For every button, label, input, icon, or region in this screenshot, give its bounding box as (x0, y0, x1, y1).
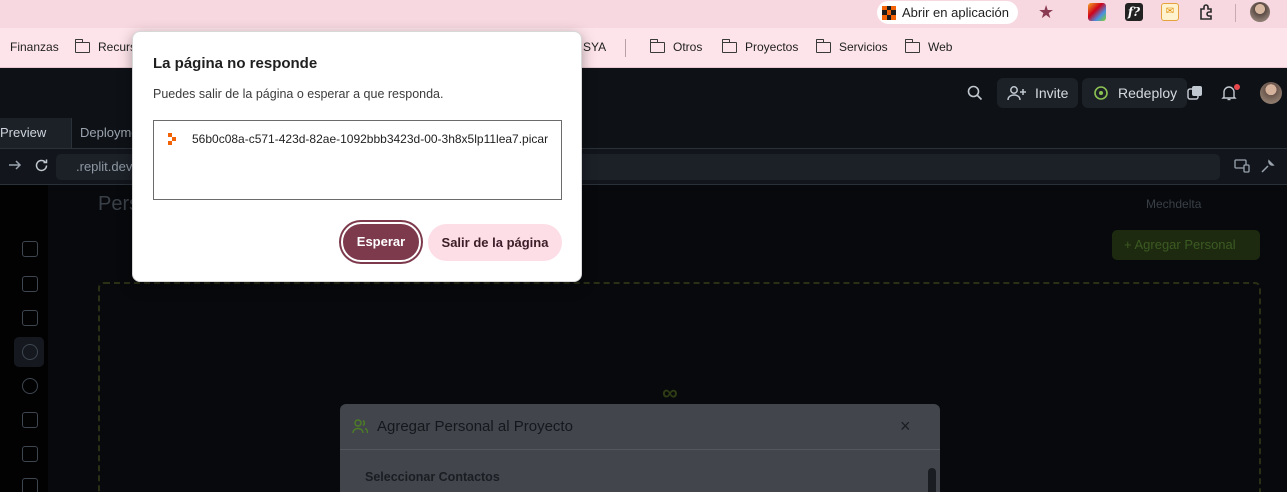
bookmark-label: Proyectos (745, 40, 799, 54)
add-personal-button[interactable]: + Agregar Personal (1112, 230, 1260, 260)
open-in-app-chip[interactable]: Abrir en aplicación (877, 1, 1018, 24)
bookmark-label: SYA (583, 40, 607, 54)
redeploy-label: Redeploy (1118, 85, 1178, 101)
page-url: 56b0c08a-c571-423d-82ae-1092bbb3423d-00-… (192, 132, 549, 146)
browser-toolbar: Abrir en aplicación ★ f? ✉ (0, 0, 1287, 28)
color-extension-icon[interactable] (1088, 3, 1106, 21)
redeploy-button[interactable]: Redeploy (1082, 78, 1188, 108)
add-user-icon (1007, 86, 1026, 101)
box-icon[interactable] (22, 378, 38, 394)
bookmark-proyectos[interactable]: Proyectos (721, 38, 799, 54)
bookmark-sya[interactable]: SYA (583, 40, 606, 54)
font-extension-icon[interactable]: f? (1125, 3, 1143, 21)
project-dropdown[interactable]: Mechdelta (1146, 197, 1201, 211)
dialog-description: Puedes salir de la página o esperar a qu… (153, 87, 444, 101)
mail-extension-icon[interactable]: ✉ (1161, 3, 1179, 21)
reload-icon[interactable] (34, 158, 49, 178)
notification-dot (1234, 84, 1240, 90)
replit-favicon-icon (168, 133, 180, 145)
deploy-icon (1094, 86, 1108, 100)
folder-icon (904, 38, 920, 53)
user-avatar[interactable] (1260, 82, 1282, 104)
file-icon[interactable] (22, 478, 38, 492)
add-personal-modal: Agregar Personal al Proyecto × Seleccion… (340, 404, 940, 492)
forward-arrow-icon[interactable] (8, 158, 22, 177)
search-icon[interactable] (966, 84, 984, 107)
checklist-icon[interactable] (22, 276, 38, 292)
modal-title: Agregar Personal al Proyecto (377, 418, 573, 435)
tab-preview[interactable]: Preview (0, 118, 72, 148)
bookmark-label: Finanzas (10, 40, 59, 54)
bookmark-label: Servicios (839, 40, 888, 54)
wait-button[interactable]: Esperar (341, 222, 421, 262)
list-item: 56b0c08a-c571-423d-82ae-1092bbb3423d-00-… (168, 132, 548, 146)
bookmark-web[interactable]: Web (904, 38, 953, 54)
bookmark-finanzas[interactable]: Finanzas (10, 40, 59, 54)
modal-header: Agregar Personal al Proyecto × (340, 404, 940, 450)
replit-logo-icon (882, 5, 896, 20)
folder-icon (815, 38, 831, 53)
profile-avatar[interactable] (1250, 2, 1270, 22)
wrench-icon[interactable] (1260, 159, 1275, 179)
users-icon (352, 419, 368, 434)
devices-icon[interactable] (1234, 159, 1250, 178)
briefcase-icon[interactable] (22, 446, 38, 462)
extensions-puzzle-icon[interactable] (1197, 3, 1215, 21)
bookmark-otros[interactable]: Otros (649, 38, 703, 54)
select-contacts-label: Seleccionar Contactos (365, 470, 500, 484)
exit-page-button[interactable]: Salir de la página (428, 224, 562, 261)
invite-label: Invite (1035, 85, 1069, 101)
bookmark-label: Web (928, 40, 953, 54)
preview-url-text: .replit.dev (76, 159, 133, 174)
home-icon[interactable] (22, 241, 38, 257)
calendar-icon[interactable] (22, 310, 38, 326)
modal-scrollbar[interactable] (928, 468, 936, 492)
open-in-app-label: Abrir en aplicación (902, 5, 1009, 20)
loading-spinner-icon: ∞ (662, 380, 678, 405)
invite-button[interactable]: Invite (997, 78, 1079, 108)
unresponsive-pages-list: 56b0c08a-c571-423d-82ae-1092bbb3423d-00-… (153, 120, 562, 200)
bookmark-star-icon[interactable]: ★ (1038, 2, 1054, 22)
toolbar-separator (1235, 4, 1236, 22)
dialog-title: La página no responde (153, 55, 318, 72)
bookmark-label: Otros (673, 40, 703, 54)
close-icon[interactable]: × (900, 416, 911, 437)
users-icon[interactable] (22, 344, 38, 360)
page-unresponsive-dialog: La página no responde Puedes salir de la… (132, 31, 582, 282)
document-icon[interactable] (22, 412, 38, 428)
tab-label: Preview (0, 125, 47, 140)
folder-icon (721, 38, 737, 53)
folder-icon (74, 38, 90, 53)
copy-icon[interactable] (1187, 85, 1203, 106)
bookmark-separator (625, 39, 626, 57)
folder-icon (649, 38, 665, 53)
bookmark-servicios[interactable]: Servicios (815, 38, 888, 54)
